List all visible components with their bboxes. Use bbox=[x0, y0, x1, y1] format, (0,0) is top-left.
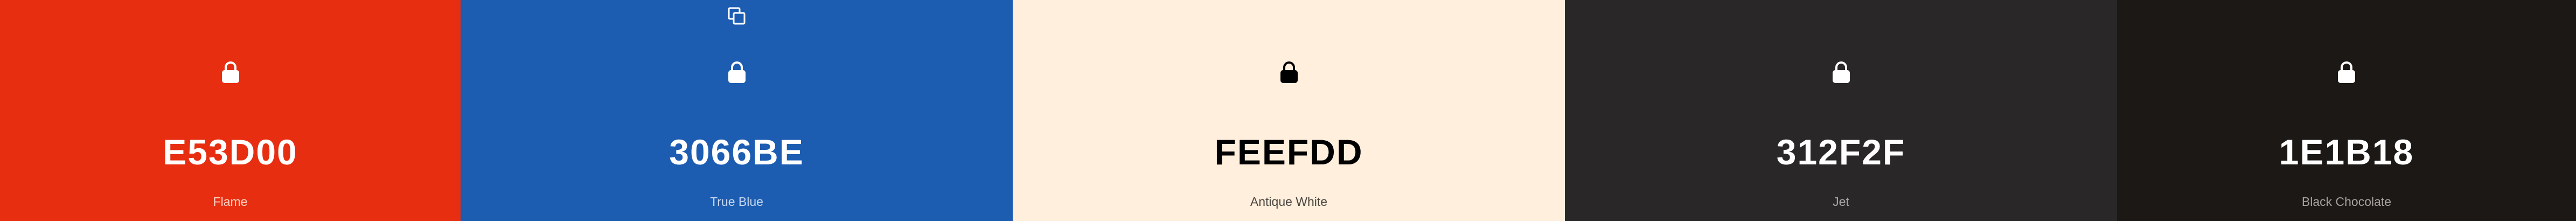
lock-icon[interactable] bbox=[1831, 60, 1851, 84]
swatch-black-chocolate[interactable]: 1E1B18 Black Chocolate bbox=[2117, 0, 2576, 221]
lock-icon[interactable] bbox=[2336, 60, 2357, 84]
swatch-jet[interactable]: 312F2F Jet bbox=[1565, 0, 2117, 221]
lock-icon[interactable] bbox=[727, 60, 747, 84]
color-name: Black Chocolate bbox=[2301, 195, 2392, 209]
color-name: Flame bbox=[213, 195, 248, 209]
color-palette: E53D00 Flame 3066BE True Blue FEEFDD Ant… bbox=[0, 0, 2576, 221]
hex-code[interactable]: 312F2F bbox=[1565, 130, 2117, 174]
copy-icon[interactable] bbox=[727, 6, 747, 26]
lock-icon[interactable] bbox=[1279, 60, 1299, 84]
hex-code[interactable]: 3066BE bbox=[461, 130, 1013, 174]
hex-code[interactable]: E53D00 bbox=[0, 130, 461, 174]
hex-code[interactable]: 1E1B18 bbox=[2117, 130, 2576, 174]
lock-icon[interactable] bbox=[220, 60, 241, 84]
color-name: Antique White bbox=[1250, 195, 1328, 209]
hex-code[interactable]: FEEFDD bbox=[1013, 130, 1565, 174]
swatch-true-blue[interactable]: 3066BE True Blue bbox=[461, 0, 1013, 221]
swatch-flame[interactable]: E53D00 Flame bbox=[0, 0, 461, 221]
color-name: True Blue bbox=[710, 195, 763, 209]
color-name: Jet bbox=[1833, 195, 1849, 209]
swatch-antique-white[interactable]: FEEFDD Antique White bbox=[1013, 0, 1565, 221]
